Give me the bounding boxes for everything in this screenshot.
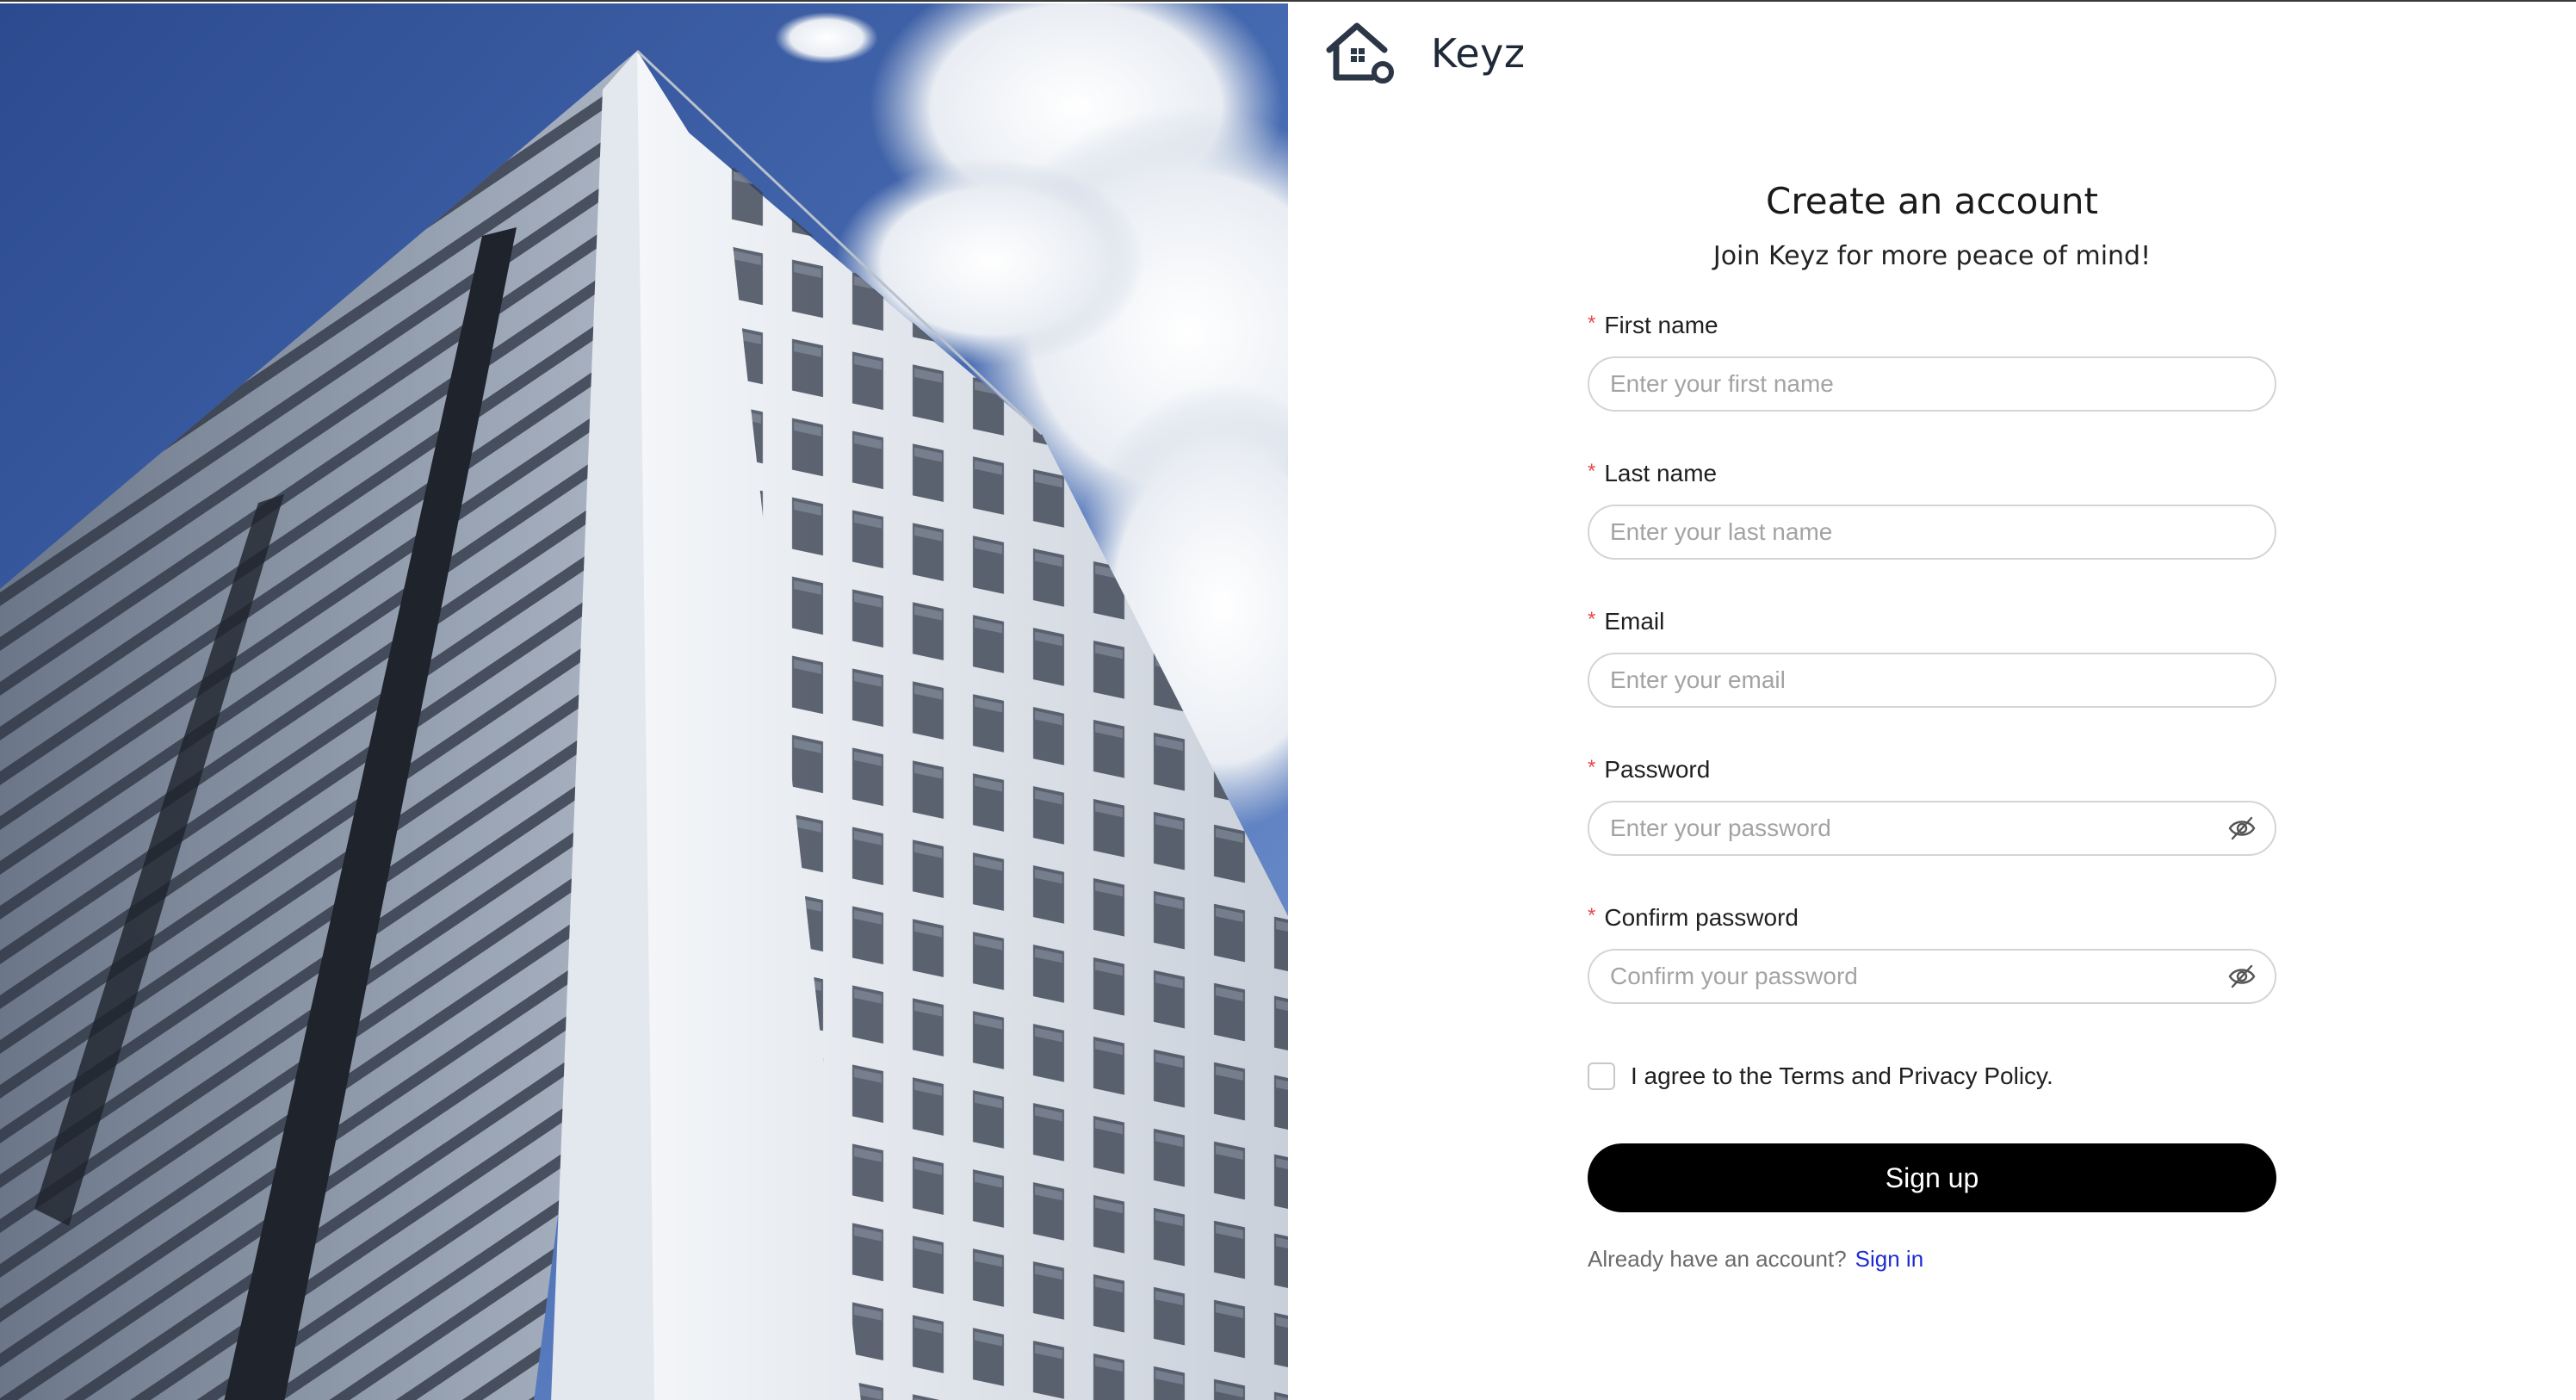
required-marker: * (1588, 756, 1596, 779)
sign-in-link[interactable]: Sign in (1855, 1246, 1924, 1273)
eye-off-icon[interactable] (2228, 963, 2256, 989)
house-key-icon (1326, 22, 1394, 84)
eye-off-icon[interactable] (2228, 815, 2256, 841)
signup-panel: Keyz Create an account Join Keyz for mor… (1288, 3, 2576, 1400)
confirm-password-field: * Confirm password (1588, 899, 2276, 1004)
page-subtitle: Join Keyz for more peace of mind! (1712, 241, 2152, 271)
required-marker: * (1588, 608, 1596, 631)
terms-agreement: I agree to the Terms and Privacy Policy. (1588, 1059, 2053, 1093)
terms-checkbox[interactable] (1588, 1062, 1615, 1090)
last-name-field: * Last name (1588, 455, 2276, 560)
confirm-password-input[interactable] (1588, 949, 2276, 1004)
last-name-input[interactable] (1588, 505, 2276, 560)
required-marker: * (1588, 904, 1596, 927)
password-field: * Password (1588, 751, 2276, 856)
required-marker: * (1588, 312, 1596, 335)
sign-up-button[interactable]: Sign up (1588, 1143, 2276, 1212)
password-label: * Password (1588, 756, 1711, 783)
building-photo (0, 3, 1288, 1400)
confirm-password-label: * Confirm password (1588, 904, 1799, 931)
first-name-label: * First name (1588, 312, 1718, 338)
page-title: Create an account (1766, 180, 2098, 222)
app-window: Keyz Create an account Join Keyz for mor… (0, 0, 2576, 1400)
password-input[interactable] (1588, 801, 2276, 856)
signup-form: Create an account Join Keyz for more pea… (1588, 176, 2276, 1272)
email-input[interactable] (1588, 653, 2276, 708)
last-name-label: * Last name (1588, 460, 1718, 486)
brand-name: Keyz (1431, 30, 1526, 77)
first-name-input[interactable] (1588, 356, 2276, 412)
signin-prompt: Already have an account? Sign in (1588, 1242, 1923, 1276)
already-account-text: Already have an account? (1588, 1245, 1847, 1272)
terms-label[interactable]: I agree to the Terms and Privacy Policy. (1631, 1062, 2053, 1090)
required-marker: * (1588, 460, 1596, 483)
email-label: * Email (1588, 608, 1665, 635)
first-name-field: * First name (1588, 307, 2276, 412)
email-field: * Email (1588, 603, 2276, 708)
brand[interactable]: Keyz (1322, 19, 1526, 88)
